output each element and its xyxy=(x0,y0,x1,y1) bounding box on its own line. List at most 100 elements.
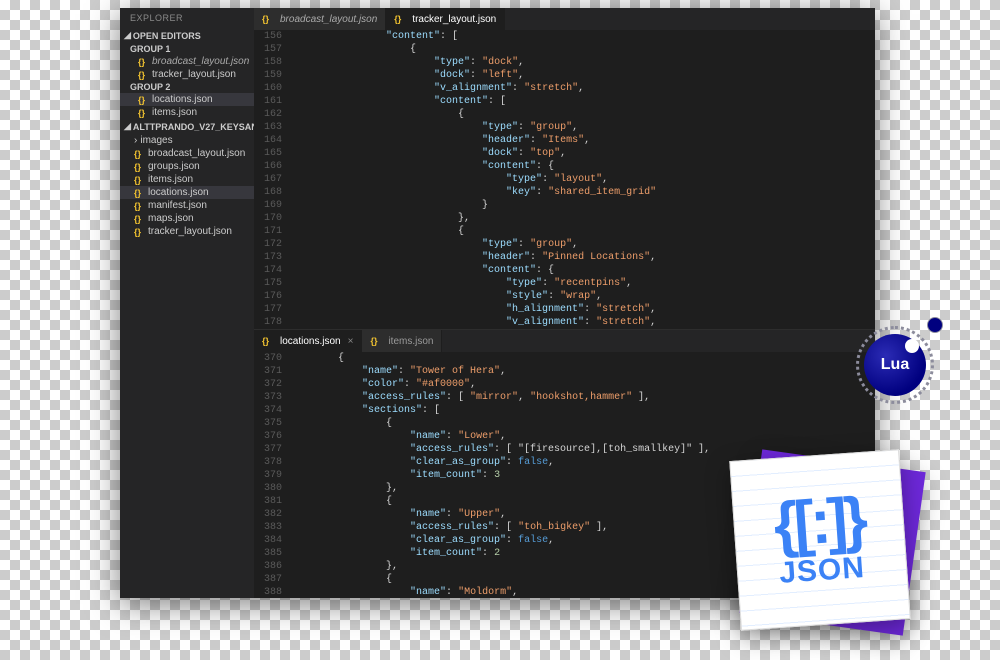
line-number: 168 xyxy=(254,186,282,199)
code-line[interactable]: } xyxy=(290,199,875,212)
code-line[interactable]: "header": "Items", xyxy=(290,134,875,147)
file-name: broadcast_layout.json xyxy=(152,56,249,67)
file-name: maps.json xyxy=(148,213,194,224)
file-name: locations.json xyxy=(152,94,213,105)
code-line[interactable]: { xyxy=(290,417,875,430)
code-line[interactable]: "dock": "top", xyxy=(290,147,875,160)
code-line[interactable]: "style": "wrap", xyxy=(290,290,875,303)
code-line[interactable]: }, xyxy=(290,212,875,225)
json-file-icon: {} xyxy=(138,57,148,67)
editor-tab[interactable]: {}tracker_layout.json xyxy=(386,8,505,30)
line-number: 376 xyxy=(254,430,282,443)
json-file-icon: {} xyxy=(138,70,148,80)
lua-orbit-icon xyxy=(927,317,943,333)
line-number: 378 xyxy=(254,456,282,469)
file-item[interactable]: {}tracker_layout.json xyxy=(120,225,254,238)
line-number: 385 xyxy=(254,547,282,560)
lua-moon-icon xyxy=(905,339,919,353)
json-file-icon: {} xyxy=(262,336,272,346)
line-number: 384 xyxy=(254,534,282,547)
open-editor-item[interactable]: {}tracker_layout.json xyxy=(120,68,254,81)
code-line[interactable]: "name": "Lower", xyxy=(290,430,875,443)
json-file-icon: {} xyxy=(138,108,148,118)
code-line[interactable]: "content": { xyxy=(290,264,875,277)
line-number: 157 xyxy=(254,43,282,56)
file-item[interactable]: {} maps.json xyxy=(120,212,254,225)
code-line[interactable]: "name": "Tower of Hera", xyxy=(290,365,875,378)
line-number: 379 xyxy=(254,469,282,482)
open-editors-header[interactable]: ◢ OPEN EDITORS xyxy=(120,28,254,43)
code-line[interactable]: { xyxy=(290,225,875,238)
tab-label: items.json xyxy=(388,336,433,347)
open-editor-item[interactable]: {}items.json xyxy=(120,106,254,119)
editor-tab[interactable]: {}broadcast_layout.json xyxy=(254,8,386,30)
open-editor-item[interactable]: {} broadcast_layout.json xyxy=(120,55,254,68)
code-line[interactable]: "type": "group", xyxy=(290,121,875,134)
line-number: 170 xyxy=(254,212,282,225)
lua-badge: Lua xyxy=(856,326,934,404)
line-number: 386 xyxy=(254,560,282,573)
code-line[interactable]: { xyxy=(290,108,875,121)
line-number: 169 xyxy=(254,199,282,212)
json-file-icon: {} xyxy=(134,149,144,159)
json-file-icon: {} xyxy=(134,214,144,224)
code-pane-top[interactable]: 1561571581591601611621631641651661671681… xyxy=(254,30,875,329)
line-number: 373 xyxy=(254,391,282,404)
json-file-icon: {} xyxy=(370,336,380,346)
workspace-header[interactable]: ◢ ALTTPRANDO_V27_KEYSANITY_LI... xyxy=(120,119,254,134)
line-number: 156 xyxy=(254,30,282,43)
code-line[interactable]: "type": "group", xyxy=(290,238,875,251)
line-number: 165 xyxy=(254,147,282,160)
code-line[interactable]: "sections": [ xyxy=(290,404,875,417)
open-editor-item[interactable]: {}locations.json xyxy=(120,93,254,106)
code-line[interactable]: "h_alignment": "stretch", xyxy=(290,303,875,316)
code-line[interactable]: "type": "recentpins", xyxy=(290,277,875,290)
code-line[interactable]: "type": "layout", xyxy=(290,173,875,186)
editor-tab[interactable]: {} items.json xyxy=(362,330,442,352)
code-line[interactable]: "content": { xyxy=(290,160,875,173)
line-number: 374 xyxy=(254,404,282,417)
code-line[interactable]: { xyxy=(290,43,875,56)
json-glyph: {[:]} xyxy=(772,489,866,557)
code-line[interactable]: "dock": "left", xyxy=(290,69,875,82)
line-number: 382 xyxy=(254,508,282,521)
json-file-icon: {} xyxy=(134,162,144,172)
file-item[interactable]: {}manifest.json xyxy=(120,199,254,212)
chevron-down-icon: ◢ xyxy=(124,30,131,41)
json-file-icon: {} xyxy=(394,14,404,24)
line-number: 158 xyxy=(254,56,282,69)
code-line[interactable]: "type": "dock", xyxy=(290,56,875,69)
line-number: 166 xyxy=(254,160,282,173)
json-file-icon: {} xyxy=(134,188,144,198)
folder-item[interactable]: ›images xyxy=(120,134,254,147)
json-logo: {[:]} JSON xyxy=(729,449,910,630)
code-line[interactable]: "color": "#af0000", xyxy=(290,378,875,391)
line-number: 383 xyxy=(254,521,282,534)
file-item[interactable]: {}items.json xyxy=(120,173,254,186)
line-number: 173 xyxy=(254,251,282,264)
line-number: 380 xyxy=(254,482,282,495)
group-1-label: GROUP 1 xyxy=(120,43,254,55)
line-number: 160 xyxy=(254,82,282,95)
file-item[interactable]: {}groups.json xyxy=(120,160,254,173)
editor-group-1: {}broadcast_layout.json{}tracker_layout.… xyxy=(254,8,875,329)
line-number: 177 xyxy=(254,303,282,316)
file-item[interactable]: {}locations.json xyxy=(120,186,254,199)
file-item[interactable]: {}broadcast_layout.json xyxy=(120,147,254,160)
json-text: JSON xyxy=(778,551,866,591)
code-line[interactable]: "content": [ xyxy=(290,95,875,108)
code-top[interactable]: "content": [ { "type": "dock", "dock": "… xyxy=(290,30,875,329)
code-line[interactable]: "v_alignment": "stretch", xyxy=(290,82,875,95)
code-line[interactable]: "content": [ xyxy=(290,30,875,43)
code-line[interactable]: { xyxy=(290,352,875,365)
line-number: 172 xyxy=(254,238,282,251)
code-line[interactable]: "header": "Pinned Locations", xyxy=(290,251,875,264)
line-number: 171 xyxy=(254,225,282,238)
code-line[interactable]: "key": "shared_item_grid" xyxy=(290,186,875,199)
tab-label: broadcast_layout.json xyxy=(280,14,377,25)
code-line[interactable]: "v_alignment": "stretch", xyxy=(290,316,875,329)
editor-tab[interactable]: {}locations.json× xyxy=(254,330,362,352)
close-icon[interactable]: × xyxy=(348,336,354,347)
code-line[interactable]: "access_rules": [ "mirror", "hookshot,ha… xyxy=(290,391,875,404)
json-file-icon: {} xyxy=(134,227,144,237)
